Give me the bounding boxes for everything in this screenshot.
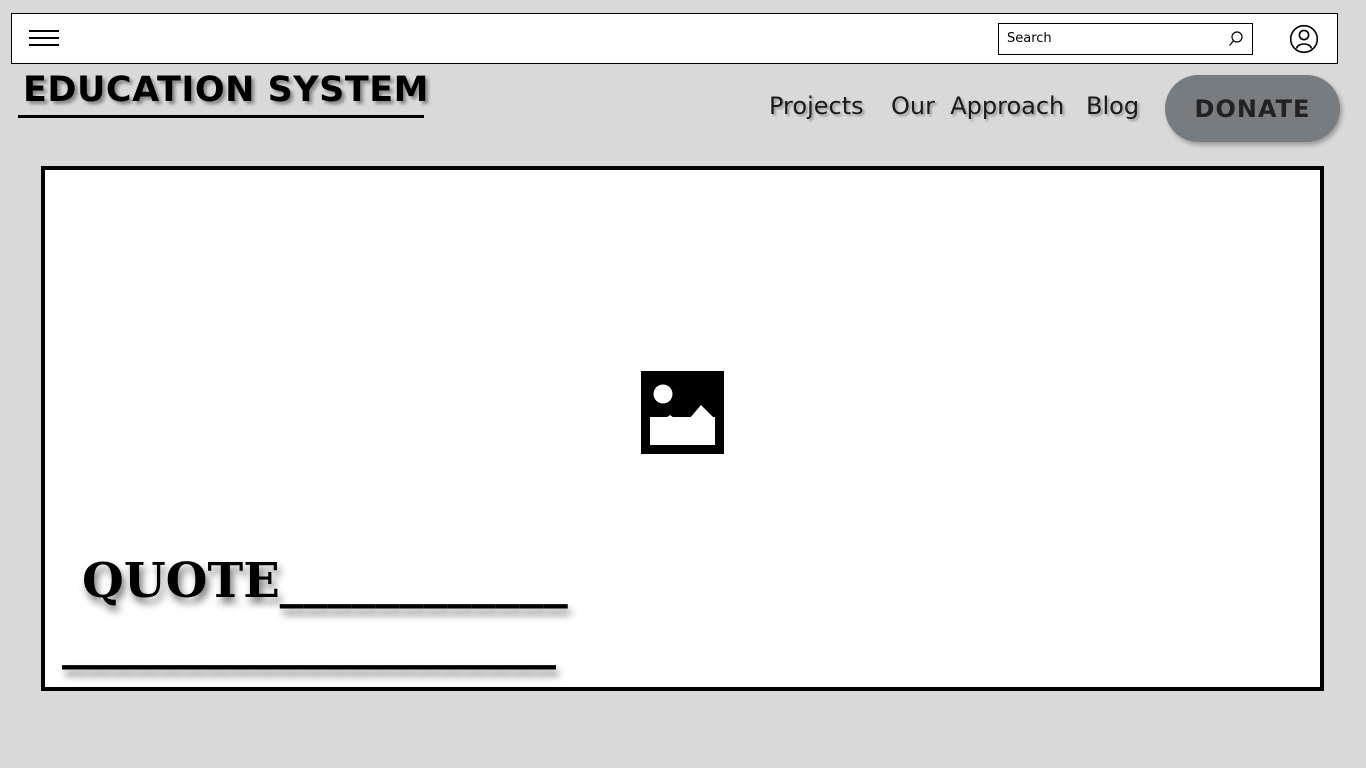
quote-heading: QUOTE____________ xyxy=(82,553,568,609)
search-icon[interactable] xyxy=(1228,30,1244,48)
user-account-icon[interactable] xyxy=(1289,24,1319,54)
hamburger-menu-icon[interactable] xyxy=(29,29,59,49)
image-placeholder-icon xyxy=(641,371,724,454)
hero-banner: QUOTE____________ _____________________ xyxy=(41,166,1324,691)
search-box xyxy=(998,23,1253,55)
donate-button[interactable]: DONATE xyxy=(1165,75,1340,142)
nav-link-projects[interactable]: Projects xyxy=(769,92,864,120)
top-bar xyxy=(11,13,1338,64)
quote-text-placeholder: _____________________ xyxy=(62,614,556,670)
page: EDUCATION SYSTEM Projects Our Approach B… xyxy=(0,0,1366,768)
site-logo[interactable]: EDUCATION SYSTEM xyxy=(18,70,428,118)
nav-link-our-approach[interactable]: Our Approach xyxy=(891,92,1064,120)
search-input[interactable] xyxy=(999,24,1221,53)
nav-link-blog[interactable]: Blog xyxy=(1086,92,1139,120)
logo-text: EDUCATION SYSTEM xyxy=(23,70,429,110)
